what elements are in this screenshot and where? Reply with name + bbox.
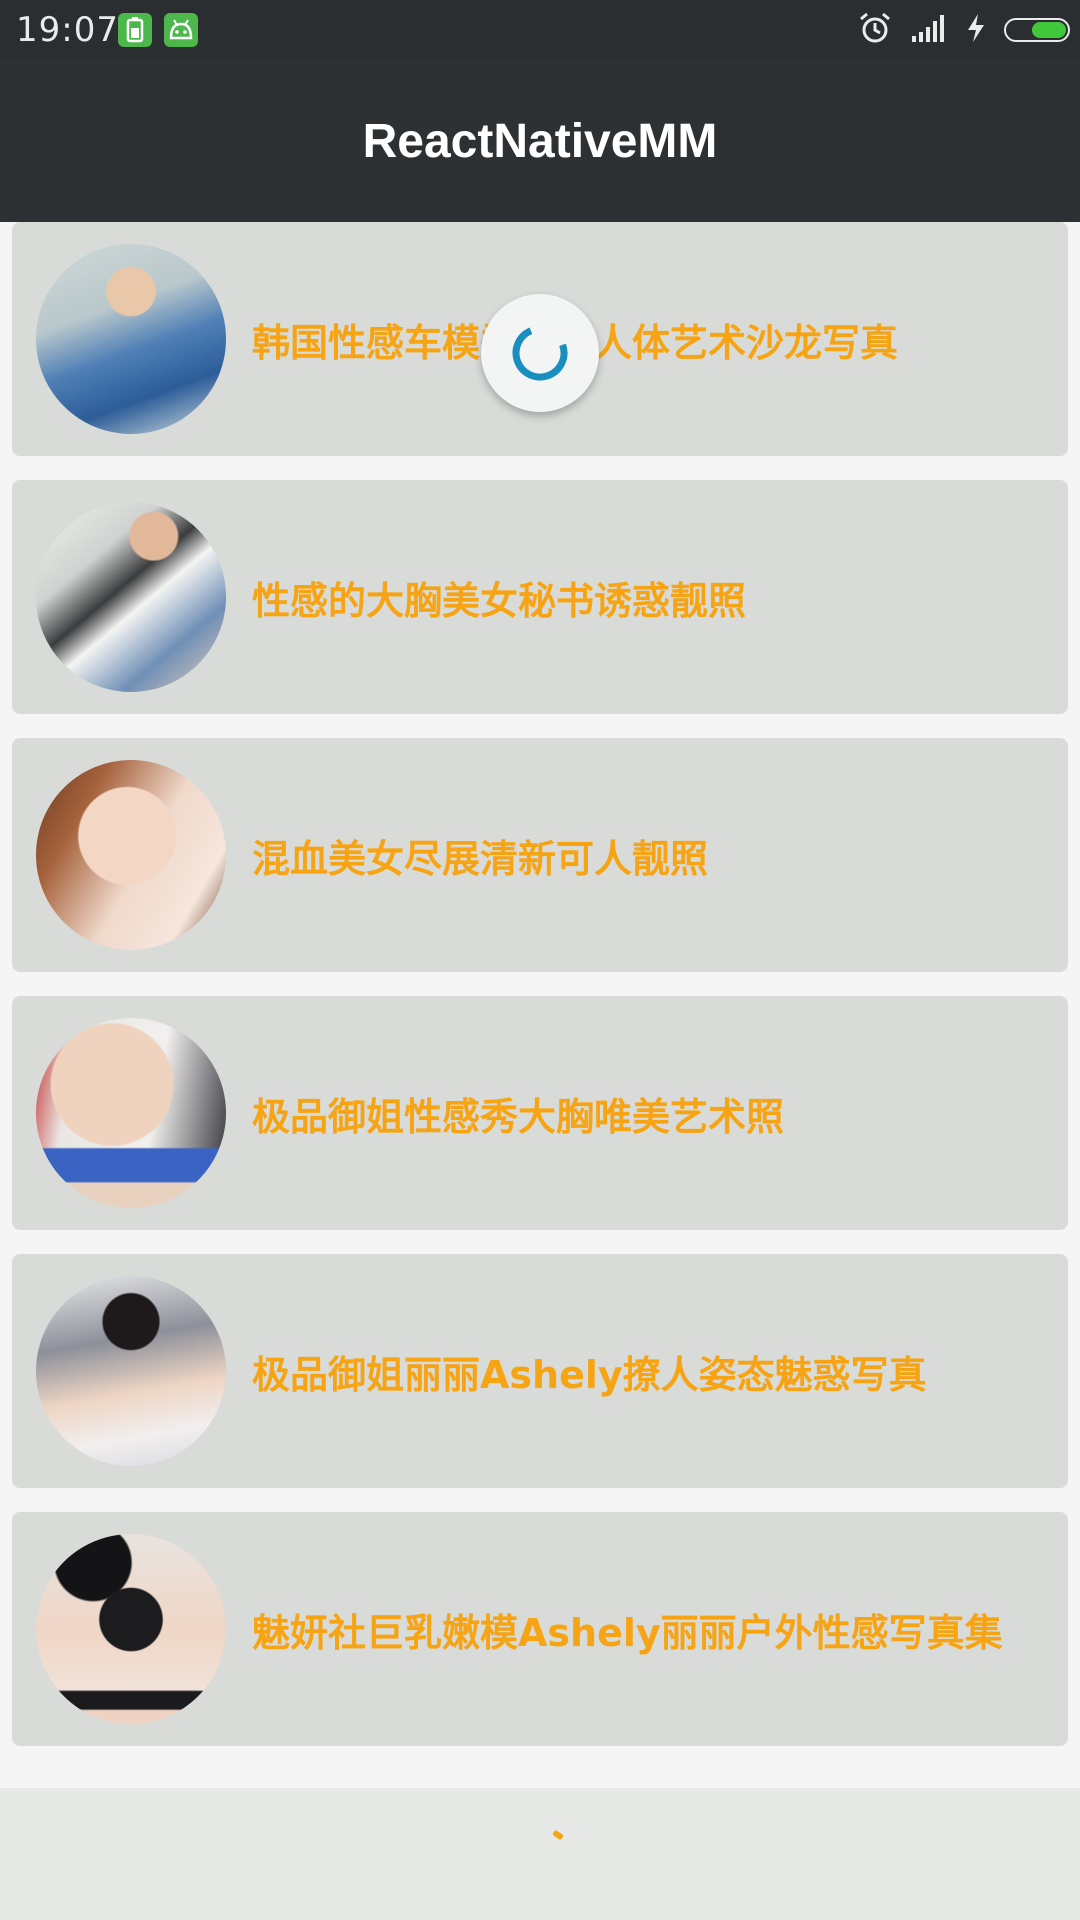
list-item[interactable]: 魅妍社巨乳嫩模Ashely丽丽户外性感写真集 <box>12 1512 1068 1746</box>
navigation-bar: ReactNativeMM <box>0 60 1080 222</box>
list-item-title: 极品御姐性感秀大胸唯美艺术照 <box>252 1094 785 1139</box>
refresh-spinner <box>481 294 599 412</box>
list-item-title: 魅妍社巨乳嫩模Ashely丽丽户外性感写真集 <box>252 1610 1003 1655</box>
list-item-title: 混血美女尽展清新可人靓照 <box>252 836 709 881</box>
list-item[interactable]: 混血美女尽展清新可人靓照 <box>12 738 1068 972</box>
photo-thumbnail <box>36 1018 226 1208</box>
charging-icon <box>966 13 986 47</box>
photo-thumbnail <box>36 502 226 692</box>
loading-icon <box>512 325 568 381</box>
list-item-title: 极品御姐丽丽Ashely撩人姿态魅惑写真 <box>252 1352 927 1397</box>
page-title: ReactNativeMM <box>362 114 718 168</box>
list-item-title: 性感的大胸美女秘书诱惑靓照 <box>252 578 747 623</box>
battery-icon <box>1004 18 1070 42</box>
android-icon <box>164 13 198 47</box>
list-item[interactable]: 性感的大胸美女秘书诱惑靓照 <box>12 480 1068 714</box>
status-time: 19:07 <box>16 10 119 50</box>
alarm-icon <box>858 11 892 49</box>
list-item[interactable]: 极品御姐性感秀大胸唯美艺术照 <box>12 996 1068 1230</box>
signal-icon <box>910 14 948 46</box>
status-bar: 19:07 <box>0 0 1080 60</box>
photo-thumbnail <box>36 1534 226 1724</box>
loading-indicator <box>552 1829 564 1841</box>
battery-saver-icon <box>118 13 152 47</box>
photo-thumbnail <box>36 760 226 950</box>
photo-thumbnail <box>36 1276 226 1466</box>
list-footer <box>0 1788 1080 1920</box>
battery-level <box>1032 22 1066 38</box>
photo-thumbnail <box>36 244 226 434</box>
list-item[interactable]: 极品御姐丽丽Ashely撩人姿态魅惑写真 <box>12 1254 1068 1488</box>
